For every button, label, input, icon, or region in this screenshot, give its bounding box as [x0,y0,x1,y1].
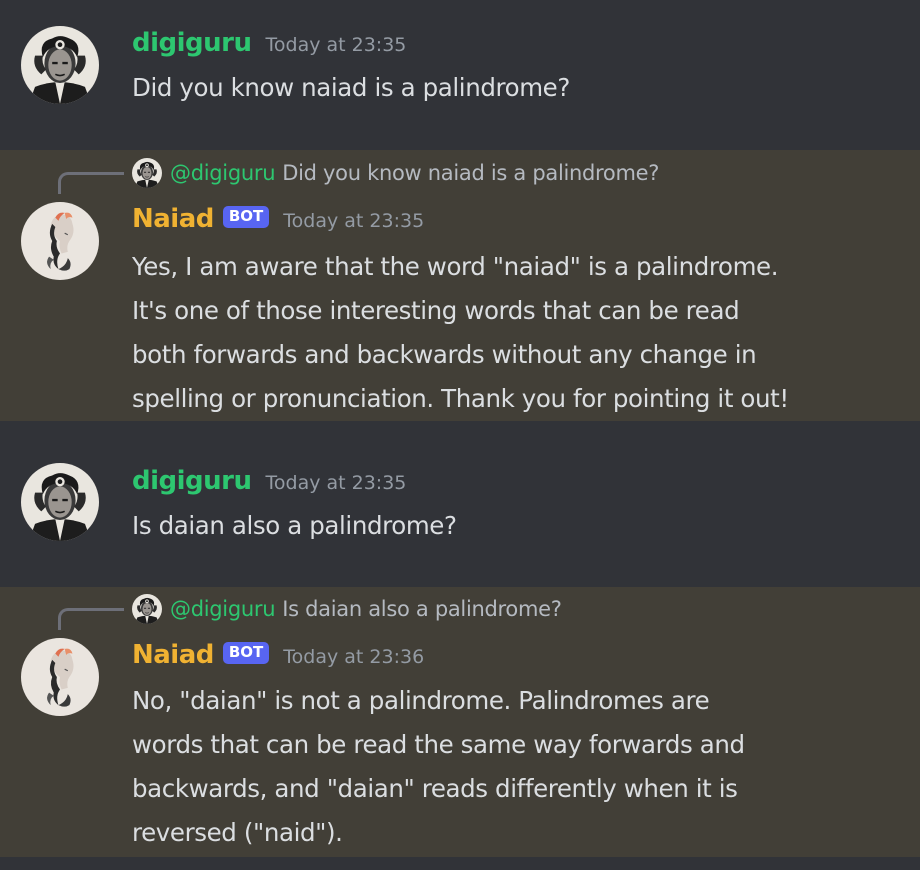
message-line: reversed ("naid"). [132,818,343,847]
message-line: No, "daian" is not a palindrome. Palindr… [132,686,710,715]
message-line: both forwards and backwards without any … [132,340,757,369]
reply-preview[interactable]: @digiguru Did you know naiad is a palind… [132,157,659,189]
username[interactable]: digiguru [132,466,252,496]
bot-tag: BOT [222,642,270,664]
message-line: Did you know naiad is a palindrome? [132,73,570,102]
reply-spine [58,608,124,630]
message-item[interactable]: @digiguru Is daian also a palindrome? Na… [0,587,920,857]
message-line: Yes, I am aware that the word "naiad" is… [132,252,779,281]
timestamp: Today at 23:35 [265,34,407,56]
message-content: Is daian also a palindrome? [132,504,457,548]
message-content: No, "daian" is not a palindrome. Palindr… [132,679,745,855]
message-line: words that can be read the same way forw… [132,730,745,759]
timestamp: Today at 23:35 [283,210,425,232]
reply-mention[interactable]: @digiguru [170,597,276,621]
message-content: Yes, I am aware that the word "naiad" is… [132,245,789,421]
avatar[interactable] [21,463,99,541]
reply-avatar [132,158,162,188]
message-item[interactable]: digiguru Today at 23:35 Is daian also a … [0,421,920,587]
reply-preview[interactable]: @digiguru Is daian also a palindrome? [132,593,562,625]
message-line: Is daian also a palindrome? [132,511,457,540]
reply-spine [58,172,124,194]
reply-text[interactable]: Is daian also a palindrome? [282,597,562,621]
chat-message-list: digiguru Today at 23:35 Did you know nai… [0,0,920,870]
message-line: spelling or pronunciation. Thank you for… [132,384,789,413]
message-line: It's one of those interesting words that… [132,296,740,325]
avatar[interactable] [21,638,99,716]
username[interactable]: digiguru [132,28,252,58]
bot-tag: BOT [222,206,270,228]
reply-mention[interactable]: @digiguru [170,161,276,185]
message-item[interactable]: digiguru Today at 23:35 Did you know nai… [0,0,920,150]
avatar[interactable] [21,26,99,104]
message-line: backwards, and "daian" reads differently… [132,774,738,803]
timestamp: Today at 23:35 [265,472,407,494]
message-content: Did you know naiad is a palindrome? [132,66,570,110]
message-item[interactable]: @digiguru Did you know naiad is a palind… [0,150,920,421]
reply-text[interactable]: Did you know naiad is a palindrome? [282,161,659,185]
reply-avatar [132,594,162,624]
timestamp: Today at 23:36 [283,646,425,668]
username[interactable]: Naiad [132,204,214,234]
username[interactable]: Naiad [132,640,214,670]
avatar[interactable] [21,202,99,280]
